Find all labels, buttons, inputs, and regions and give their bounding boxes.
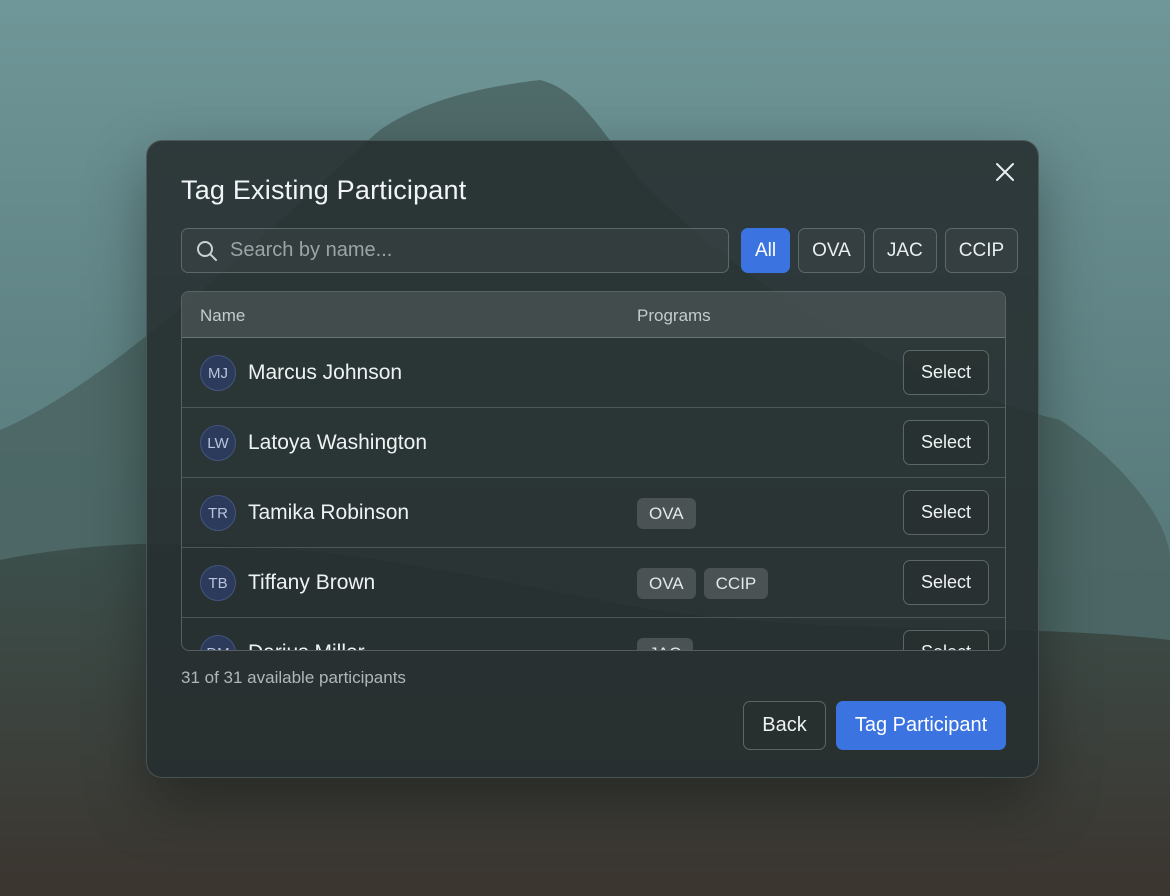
filter-ova-button[interactable]: OVA: [798, 228, 865, 273]
table-header: Name Programs: [182, 292, 1005, 338]
participant-name: Darius Miller: [248, 641, 365, 650]
participants-table: Name Programs MJ Marcus Johnson Select L…: [181, 291, 1006, 651]
avatar: TB: [200, 565, 236, 601]
select-button[interactable]: Select: [903, 490, 989, 535]
program-tag-ccip: CCIP: [703, 568, 769, 599]
program-tag-jac: JAC: [637, 638, 694, 650]
back-button[interactable]: Back: [743, 701, 826, 750]
tag-participant-dialog: Tag Existing Participant All OVA JAC CCI…: [146, 140, 1039, 778]
search-input[interactable]: [230, 239, 728, 262]
participant-name: Tamika Robinson: [248, 501, 410, 524]
column-header-name: Name: [200, 306, 246, 325]
filter-ccip-button[interactable]: CCIP: [944, 228, 1019, 273]
participant-name: Latoya Washington: [248, 431, 428, 454]
search-box[interactable]: [181, 228, 729, 273]
avatar: TR: [200, 495, 236, 531]
program-tag-ova: OVA: [637, 568, 696, 599]
avatar: LW: [200, 425, 236, 461]
tag-participant-button[interactable]: Tag Participant: [836, 701, 1006, 750]
table-row: TR Tamika Robinson OVA Select: [182, 478, 1005, 548]
program-tags: JAC: [637, 638, 694, 650]
select-button[interactable]: Select: [903, 630, 989, 650]
table-row: DM Darius Miller JAC Select: [182, 618, 1005, 650]
participant-name: Marcus Johnson: [248, 361, 403, 384]
program-filter-group: All OVA JAC CCIP: [741, 228, 1019, 273]
filter-jac-button[interactable]: JAC: [872, 228, 937, 273]
select-button[interactable]: Select: [903, 350, 989, 395]
close-icon: [996, 163, 1014, 181]
select-button[interactable]: Select: [903, 560, 989, 605]
avatar: DM: [200, 635, 236, 650]
column-header-programs: Programs: [637, 306, 711, 325]
program-tag-ova: OVA: [637, 498, 696, 529]
dialog-title: Tag Existing Participant: [181, 175, 467, 205]
program-tags: OVA: [637, 498, 696, 529]
participant-count: 31 of 31 available participants: [181, 668, 406, 687]
table-row: TB Tiffany Brown OVA CCIP Select: [182, 548, 1005, 618]
close-button[interactable]: [992, 159, 1018, 185]
avatar: MJ: [200, 355, 236, 391]
filter-all-button[interactable]: All: [741, 228, 791, 273]
table-row: LW Latoya Washington Select: [182, 408, 1005, 478]
table-row: MJ Marcus Johnson Select: [182, 338, 1005, 408]
program-tags: OVA CCIP: [637, 568, 769, 599]
search-icon: [196, 240, 218, 262]
table-body[interactable]: MJ Marcus Johnson Select LW Latoya Washi…: [182, 338, 1005, 650]
participant-name: Tiffany Brown: [248, 571, 376, 594]
select-button[interactable]: Select: [903, 420, 989, 465]
